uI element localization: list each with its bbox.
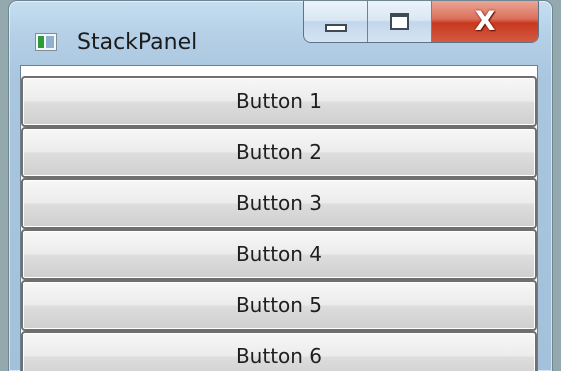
button-5[interactable]: Button 5 bbox=[21, 280, 537, 331]
application-window: StackPanel X Button 1 Button 2 Button 3 … bbox=[8, 0, 553, 371]
button-6[interactable]: Button 6 bbox=[21, 331, 537, 371]
stack-panel: Button 1 Button 2 Button 3 Button 4 Butt… bbox=[21, 76, 537, 371]
minimize-button[interactable] bbox=[304, 1, 368, 42]
client-area: Button 1 Button 2 Button 3 Button 4 Butt… bbox=[20, 65, 538, 371]
button-4[interactable]: Button 4 bbox=[21, 229, 537, 280]
caption-buttons: X bbox=[303, 1, 539, 43]
app-icon[interactable] bbox=[35, 33, 57, 51]
button-3[interactable]: Button 3 bbox=[21, 178, 537, 229]
window-title: StackPanel bbox=[77, 30, 198, 55]
app-icon-pane-left bbox=[38, 36, 44, 48]
button-1[interactable]: Button 1 bbox=[21, 76, 537, 127]
close-button[interactable]: X bbox=[432, 1, 538, 42]
maximize-button[interactable] bbox=[368, 1, 432, 42]
button-2[interactable]: Button 2 bbox=[21, 127, 537, 178]
close-icon: X bbox=[474, 5, 496, 37]
maximize-icon bbox=[390, 12, 409, 30]
app-icon-pane-right bbox=[46, 36, 54, 48]
minimize-icon bbox=[324, 24, 347, 32]
